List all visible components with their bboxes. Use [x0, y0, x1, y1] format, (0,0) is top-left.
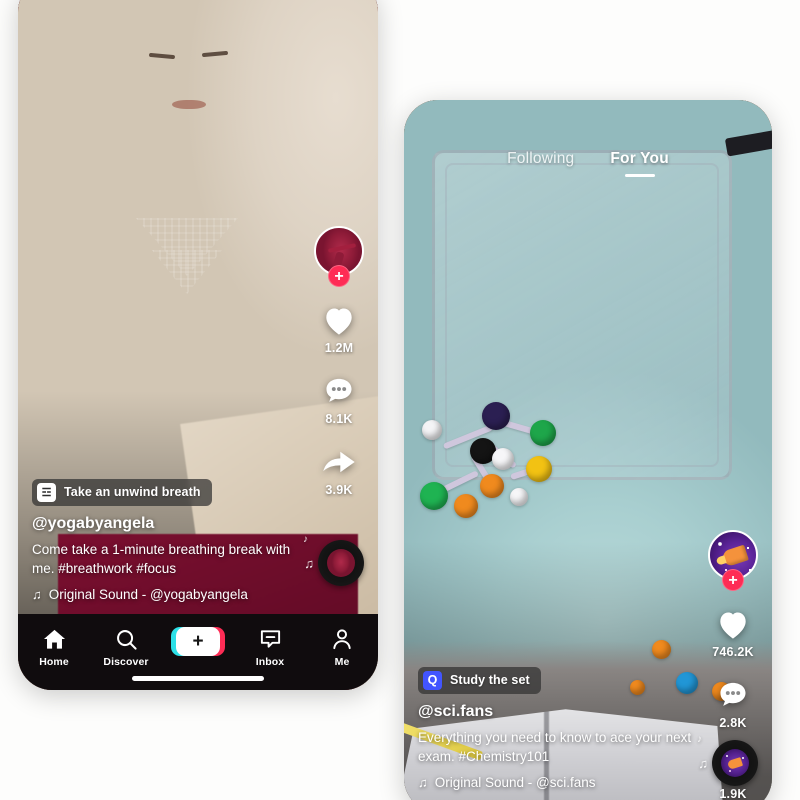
- like-button[interactable]: 1.2M: [320, 302, 358, 355]
- share-icon: [320, 444, 358, 480]
- tab-home[interactable]: Home: [23, 626, 85, 668]
- right-phone-screen: Following For You + 746.2K 2.8K 1.9K ♪ ♫…: [404, 100, 772, 800]
- sound-disc-art: [327, 549, 355, 577]
- sound-label: Original Sound - @yogabyangela: [48, 587, 248, 602]
- sound-disc[interactable]: [318, 540, 364, 586]
- video-detail-eye-left: [148, 52, 176, 60]
- sound-disc[interactable]: [712, 740, 758, 786]
- share-count: 3.9K: [325, 483, 353, 497]
- left-phone-screen: + 1.2M 8.1K 3.9K ♪ ♫ ☲ Take an unwind br…: [18, 0, 378, 690]
- video-detail-eye-right: [201, 50, 229, 58]
- rocket-icon: [726, 757, 744, 770]
- heart-icon: [714, 606, 752, 642]
- cta-badge[interactable]: Q Study the set: [418, 666, 541, 694]
- heart-icon: [320, 302, 358, 338]
- comment-icon: [714, 677, 752, 713]
- tab-discover[interactable]: Discover: [95, 626, 157, 668]
- video-detail-mesh-panel-2: [152, 250, 222, 294]
- home-indicator: [132, 676, 264, 681]
- person-icon: [329, 626, 355, 652]
- comment-count: 2.8K: [719, 716, 747, 730]
- rocket-icon: [721, 544, 749, 568]
- follow-button[interactable]: +: [722, 569, 744, 591]
- tab-create[interactable]: +: [167, 626, 229, 656]
- share-button[interactable]: 3.9K: [320, 444, 358, 497]
- inbox-icon: [257, 626, 283, 652]
- tab-home-label: Home: [39, 656, 69, 668]
- create-button[interactable]: +: [171, 627, 225, 656]
- comment-button[interactable]: 8.1K: [320, 373, 358, 426]
- comment-button[interactable]: 2.8K: [714, 677, 752, 730]
- music-note-icon: ♫: [32, 587, 42, 602]
- screenshot-stage: + 1.2M 8.1K 3.9K ♪ ♫ ☲ Take an unwind br…: [0, 0, 800, 800]
- cta-label: Study the set: [450, 673, 530, 688]
- share-count: 1.9K: [719, 787, 747, 800]
- music-note-icon: ♫: [418, 775, 428, 790]
- home-icon: [41, 626, 67, 652]
- video-detail-lips: [172, 100, 206, 109]
- right-phone-frame: Following For You + 746.2K 2.8K 1.9K ♪ ♫…: [404, 100, 772, 800]
- quizlet-icon: Q: [423, 670, 442, 690]
- comment-count: 8.1K: [325, 412, 353, 426]
- plus-icon: +: [192, 631, 204, 652]
- tab-inbox-label: Inbox: [255, 656, 285, 668]
- creator-handle[interactable]: @yogabyangela: [32, 515, 378, 533]
- avatar[interactable]: +: [314, 226, 364, 287]
- follow-button[interactable]: +: [328, 265, 350, 287]
- tab-me[interactable]: Me: [311, 626, 373, 668]
- like-count: 746.2K: [712, 645, 754, 659]
- tab-discover-label: Discover: [103, 656, 149, 668]
- sound-row[interactable]: ♫ Original Sound - @yogabyangela: [32, 587, 378, 602]
- left-phone-frame: + 1.2M 8.1K 3.9K ♪ ♫ ☲ Take an unwind br…: [18, 0, 378, 690]
- tab-inbox[interactable]: Inbox: [239, 626, 301, 668]
- sound-label: Original Sound - @sci.fans: [434, 775, 596, 790]
- tab-for-you[interactable]: For You: [610, 150, 669, 177]
- left-action-rail: + 1.2M 8.1K 3.9K: [314, 226, 364, 515]
- feed-tabs: Following For You: [404, 150, 772, 177]
- tab-me-label: Me: [334, 656, 350, 668]
- cta-badge[interactable]: ☲ Take an unwind breath: [32, 478, 212, 506]
- video-detail-molecule-model: [418, 388, 618, 538]
- like-count: 1.2M: [324, 341, 354, 355]
- comment-icon: [320, 373, 358, 409]
- like-button[interactable]: 746.2K: [712, 606, 754, 659]
- video-detail-atom-loose-1: [652, 640, 671, 659]
- sound-disc-art: [721, 749, 749, 777]
- avatar[interactable]: +: [708, 530, 758, 591]
- video-caption: Come take a 1-minute breathing break wit…: [32, 541, 291, 577]
- video-caption: Everything you need to know to ace your …: [418, 729, 692, 765]
- calm-app-icon: ☲: [37, 482, 56, 502]
- search-icon: [113, 626, 139, 652]
- cta-label: Take an unwind breath: [64, 485, 201, 500]
- tab-following[interactable]: Following: [507, 150, 574, 177]
